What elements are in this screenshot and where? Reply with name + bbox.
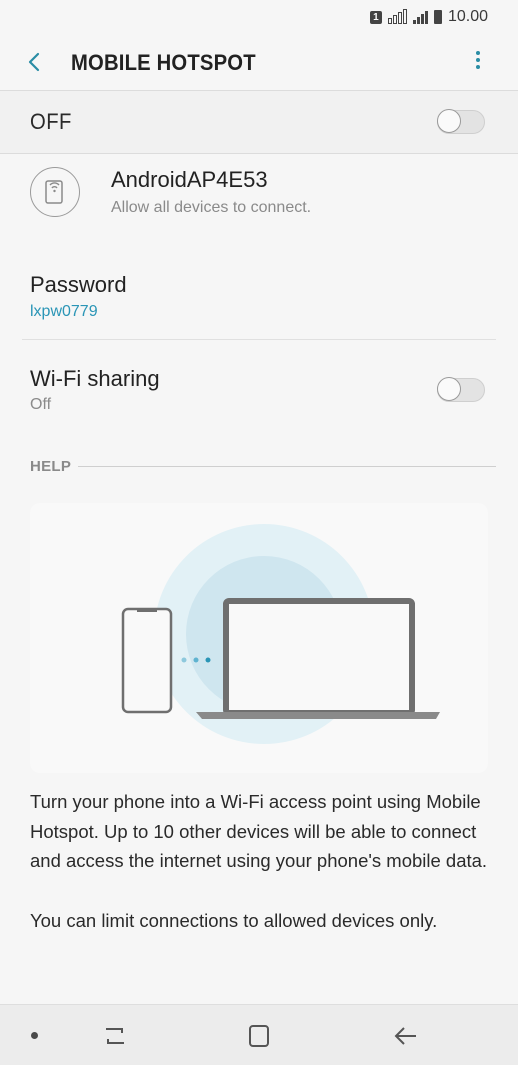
back-arrow-icon[interactable] xyxy=(24,48,46,76)
page-title: MOBILE HOTSPOT xyxy=(71,50,256,75)
help-text: Turn your phone into a Wi-Fi access poin… xyxy=(30,787,490,965)
help-divider xyxy=(78,466,496,467)
status-time: 10.00 xyxy=(447,8,488,25)
status-bar: 1 10.00 xyxy=(0,0,518,34)
hotspot-illustration xyxy=(30,503,488,773)
nav-dot-indicator xyxy=(31,1032,38,1039)
app-bar: MOBILE HOTSPOT xyxy=(0,34,518,90)
help-section-header: HELP xyxy=(30,458,72,475)
hotspot-toggle[interactable] xyxy=(437,109,485,134)
sim-indicator: 1 xyxy=(369,10,382,24)
wifi-sharing-status: Off xyxy=(30,396,52,413)
help-paragraph: You can limit connections to allowed dev… xyxy=(30,909,438,931)
wifi-sharing-toggle[interactable] xyxy=(437,377,485,402)
wifi-sharing-item[interactable]: Wi-Fi sharing Off xyxy=(0,356,518,426)
hotspot-master-switch-row[interactable]: OFF xyxy=(0,90,518,154)
password-value: lxpw0779 xyxy=(30,303,98,320)
hotspot-phone-icon xyxy=(30,167,80,217)
network-name-item[interactable]: AndroidAP4E53 Allow all devices to conne… xyxy=(0,155,518,235)
battery-icon xyxy=(433,10,442,24)
home-icon[interactable] xyxy=(246,1022,272,1050)
network-name: AndroidAP4E53 xyxy=(111,167,268,192)
more-options-icon[interactable] xyxy=(470,48,486,76)
password-item[interactable]: Password lxpw0779 xyxy=(0,262,518,338)
master-switch-label: OFF xyxy=(30,109,72,134)
divider xyxy=(22,339,496,340)
wifi-sharing-label: Wi-Fi sharing xyxy=(30,366,160,391)
signal-strength-icon xyxy=(412,10,428,24)
signal-strength-icon xyxy=(387,9,407,24)
recents-icon[interactable] xyxy=(100,1023,130,1049)
password-label: Password xyxy=(30,272,127,297)
nav-back-icon[interactable] xyxy=(392,1022,420,1050)
navigation-bar xyxy=(0,1004,518,1065)
help-paragraph: Turn your phone into a Wi-Fi access poin… xyxy=(30,791,488,871)
network-subtitle: Allow all devices to connect. xyxy=(111,199,312,216)
